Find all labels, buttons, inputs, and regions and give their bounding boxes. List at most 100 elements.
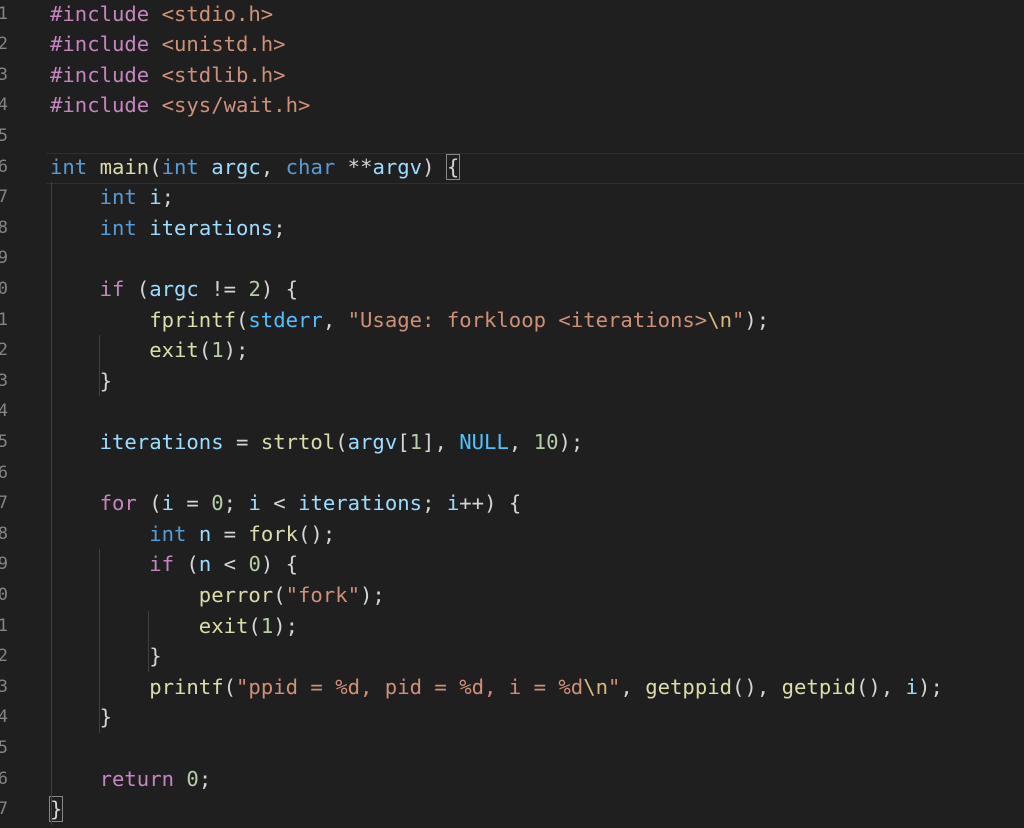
code-token: stderr — [248, 308, 322, 332]
code-token: ; — [224, 491, 249, 515]
line-number: 18 — [0, 519, 8, 550]
indent-guide — [51, 182, 52, 825]
code-token: ; — [422, 491, 447, 515]
code-token: 1 — [261, 614, 273, 638]
code-token — [50, 491, 100, 515]
code-token: 1 — [211, 338, 223, 362]
code-token: i — [162, 491, 174, 515]
code-token: int — [100, 185, 137, 209]
code-token: , — [323, 308, 348, 332]
code-token: <unistd.h> — [162, 32, 286, 56]
matched-bracket: { — [447, 155, 459, 179]
code-token: ) — [422, 155, 447, 179]
code-line[interactable]: int main(int argc, char **argv) { — [50, 152, 459, 183]
code-token: main — [100, 155, 150, 179]
code-token: #include — [50, 32, 162, 56]
line-number: 14 — [0, 396, 8, 427]
code-area[interactable]: #include <stdio.h>#include <unistd.h>#in… — [50, 0, 1024, 828]
code-token: ( — [224, 675, 236, 699]
code-token: != — [199, 277, 249, 301]
line-number: 7 — [0, 182, 8, 213]
line-number: 12 — [0, 335, 8, 366]
code-line[interactable]: if (n < 0) { — [50, 549, 298, 580]
code-line[interactable]: iterations = strtol(argv[1], NULL, 10); — [50, 427, 583, 458]
line-number: 4 — [0, 90, 8, 121]
code-token: 0 — [248, 552, 260, 576]
line-number: 24 — [0, 702, 8, 733]
code-token: ) { — [261, 277, 298, 301]
line-number: 19 — [0, 549, 8, 580]
code-line[interactable]: if (argc != 2) { — [50, 274, 298, 305]
code-line[interactable]: } — [50, 641, 162, 672]
code-token: ) { — [261, 552, 298, 576]
code-line[interactable]: exit(1); — [50, 611, 298, 642]
code-line[interactable]: return 0; — [50, 764, 211, 795]
code-token: perror — [199, 583, 273, 607]
line-number: 8 — [0, 213, 8, 244]
code-token: return — [100, 767, 174, 791]
code-line[interactable]: int n = fork(); — [50, 519, 335, 550]
code-line[interactable]: #include <stdlib.h> — [50, 60, 286, 91]
code-line[interactable]: perror("fork"); — [50, 580, 385, 611]
line-number: 23 — [0, 672, 8, 703]
code-line[interactable]: printf("ppid = %d, pid = %d, i = %d\n", … — [50, 672, 943, 703]
code-token — [50, 185, 100, 209]
code-token: int — [162, 155, 199, 179]
code-editor[interactable]: 1234567891011121314151617181920212223242… — [0, 0, 1024, 828]
code-token: <sys/wait.h> — [162, 93, 311, 117]
code-token — [50, 522, 149, 546]
code-token: , — [620, 675, 645, 699]
code-token: 2 — [248, 277, 260, 301]
code-token: = — [211, 522, 248, 546]
code-line[interactable]: #include <sys/wait.h> — [50, 90, 310, 121]
code-token: if — [100, 277, 125, 301]
code-token: ); — [273, 614, 298, 638]
indent-guide — [148, 611, 149, 672]
code-line[interactable]: #include <unistd.h> — [50, 29, 286, 60]
code-token: exit — [199, 614, 249, 638]
code-line[interactable]: } — [50, 366, 112, 397]
code-line[interactable]: int iterations; — [50, 213, 286, 244]
line-number: 5 — [0, 121, 8, 152]
line-number: 25 — [0, 733, 8, 764]
line-number: 11 — [0, 305, 8, 336]
line-number: 13 — [0, 366, 8, 397]
line-number-gutter: 1234567891011121314151617181920212223242… — [0, 0, 10, 828]
code-line[interactable]: exit(1); — [50, 335, 248, 366]
code-token: argc — [149, 277, 199, 301]
line-number: 26 — [0, 764, 8, 795]
code-token: ( — [236, 308, 248, 332]
code-token: \n — [707, 308, 732, 332]
code-line[interactable]: #include <stdio.h> — [50, 0, 273, 29]
code-token: argc — [211, 155, 261, 179]
code-token: = — [224, 430, 261, 454]
code-token: #include — [50, 2, 162, 26]
code-token: ( — [199, 338, 211, 362]
code-line[interactable]: } — [50, 702, 112, 733]
code-token: ( — [335, 430, 347, 454]
line-number: 22 — [0, 641, 8, 672]
code-token: i — [149, 185, 161, 209]
code-token: (), — [856, 675, 906, 699]
code-token: iterations — [100, 430, 224, 454]
code-token: <stdio.h> — [162, 2, 274, 26]
code-token: " — [608, 675, 620, 699]
code-token: < — [261, 491, 298, 515]
code-token: "ppid = %d, pid = %d, i = %d — [236, 675, 583, 699]
line-number: 9 — [0, 243, 8, 274]
code-line[interactable]: for (i = 0; i < iterations; i++) { — [50, 488, 521, 519]
code-token: iterations — [149, 216, 273, 240]
code-token: int — [100, 216, 137, 240]
code-line[interactable]: fprintf(stderr, "Usage: forkloop <iterat… — [50, 305, 769, 336]
line-number: 3 — [0, 60, 8, 91]
code-line[interactable]: int i; — [50, 182, 174, 213]
code-token: char — [286, 155, 336, 179]
code-token: \n — [583, 675, 608, 699]
line-number: 20 — [0, 580, 8, 611]
code-token: ( — [273, 583, 285, 607]
code-token: n — [199, 522, 211, 546]
code-token — [335, 155, 347, 179]
code-token: " — [732, 308, 744, 332]
code-token: ( — [174, 552, 199, 576]
indent-guide — [99, 549, 100, 733]
